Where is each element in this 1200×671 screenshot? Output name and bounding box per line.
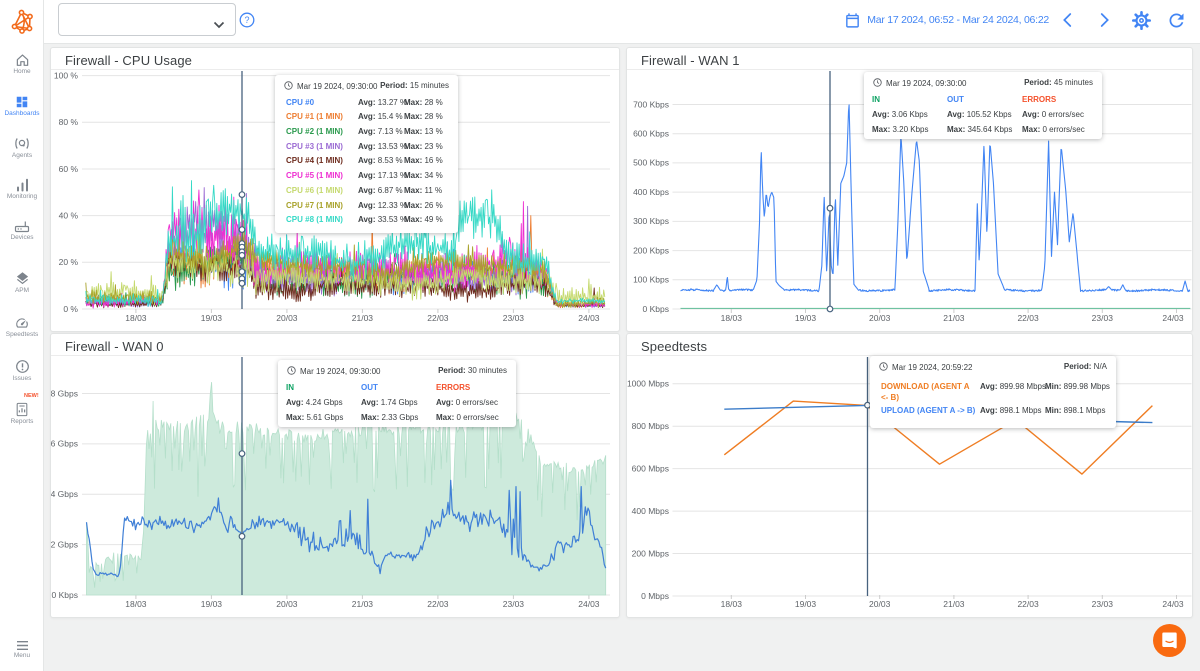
- svg-text:24/03: 24/03: [1162, 313, 1184, 323]
- svg-text:24/03: 24/03: [578, 599, 600, 609]
- svg-text:22/03: 22/03: [1017, 313, 1039, 323]
- svg-text:100 Kbps: 100 Kbps: [633, 275, 669, 285]
- svg-text:0 %: 0 %: [63, 304, 78, 314]
- svg-text:80 %: 80 %: [59, 117, 79, 127]
- svg-text:20/03: 20/03: [276, 599, 298, 609]
- svg-text:24/03: 24/03: [1162, 599, 1184, 609]
- svg-text:21/03: 21/03: [352, 313, 374, 323]
- svg-text:23/03: 23/03: [1092, 313, 1114, 323]
- svg-text:300 Kbps: 300 Kbps: [633, 216, 669, 226]
- svg-text:18/03: 18/03: [721, 313, 743, 323]
- svg-text:0 Mbps: 0 Mbps: [641, 591, 669, 601]
- svg-text:400 Kbps: 400 Kbps: [633, 187, 669, 197]
- svg-text:19/03: 19/03: [201, 313, 223, 323]
- svg-text:20/03: 20/03: [276, 313, 298, 323]
- svg-text:2 Gbps: 2 Gbps: [51, 539, 78, 549]
- svg-text:0 Kbps: 0 Kbps: [52, 590, 78, 600]
- svg-text:21/03: 21/03: [943, 599, 965, 609]
- svg-text:0 Kbps: 0 Kbps: [643, 304, 669, 314]
- svg-text:21/03: 21/03: [352, 599, 374, 609]
- svg-text:500 Kbps: 500 Kbps: [633, 158, 669, 168]
- svg-text:800 Mbps: 800 Mbps: [632, 421, 669, 431]
- svg-text:100 %: 100 %: [54, 70, 79, 80]
- svg-text:18/03: 18/03: [721, 599, 743, 609]
- svg-text:19/03: 19/03: [201, 599, 223, 609]
- svg-text:200 Mbps: 200 Mbps: [632, 548, 669, 558]
- svg-text:23/03: 23/03: [503, 599, 525, 609]
- svg-text:600 Kbps: 600 Kbps: [633, 129, 669, 139]
- svg-text:6 Gbps: 6 Gbps: [51, 439, 78, 449]
- svg-text:40 %: 40 %: [59, 210, 79, 220]
- svg-text:24/03: 24/03: [578, 313, 600, 323]
- svg-text:23/03: 23/03: [1092, 599, 1114, 609]
- svg-text:1000 Mbps: 1000 Mbps: [627, 379, 669, 389]
- svg-text:22/03: 22/03: [1017, 599, 1039, 609]
- svg-text:400 Mbps: 400 Mbps: [632, 506, 669, 516]
- svg-text:8 Gbps: 8 Gbps: [51, 388, 78, 398]
- svg-text:18/03: 18/03: [125, 313, 147, 323]
- svg-text:?: ?: [244, 15, 249, 25]
- svg-text:19/03: 19/03: [795, 599, 817, 609]
- svg-text:18/03: 18/03: [125, 599, 147, 609]
- svg-text:4 Gbps: 4 Gbps: [51, 489, 78, 499]
- svg-text:60 %: 60 %: [59, 164, 79, 174]
- svg-text:20 %: 20 %: [59, 257, 79, 267]
- svg-text:21/03: 21/03: [943, 313, 965, 323]
- svg-text:19/03: 19/03: [795, 313, 817, 323]
- svg-text:200 Kbps: 200 Kbps: [633, 245, 669, 255]
- svg-text:600 Mbps: 600 Mbps: [632, 463, 669, 473]
- svg-text:22/03: 22/03: [427, 599, 449, 609]
- svg-text:20/03: 20/03: [869, 313, 891, 323]
- svg-text:23/03: 23/03: [503, 313, 525, 323]
- svg-text:22/03: 22/03: [427, 313, 449, 323]
- svg-text:20/03: 20/03: [869, 599, 891, 609]
- svg-text:700 Kbps: 700 Kbps: [633, 99, 669, 109]
